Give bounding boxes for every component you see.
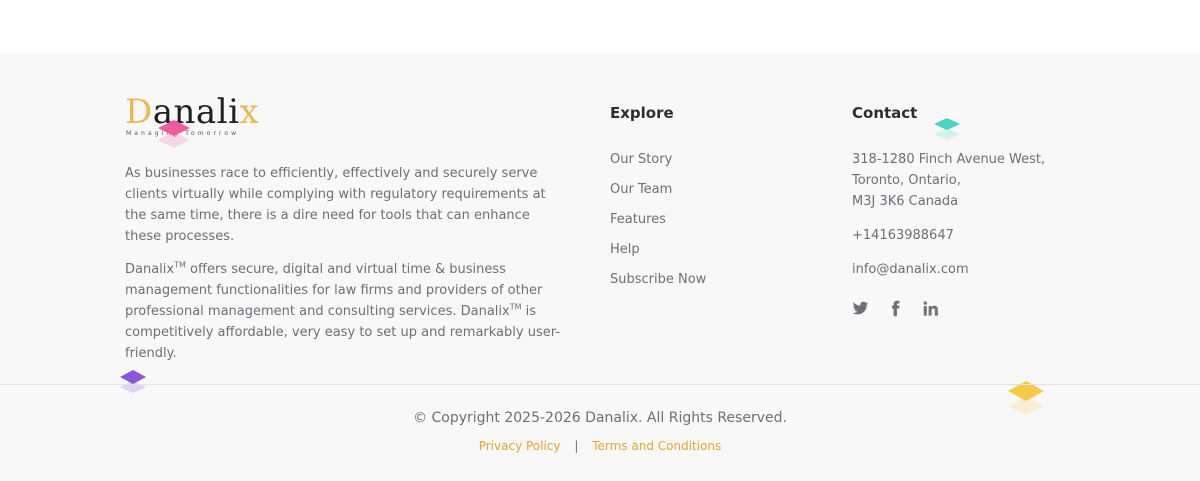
explore-links: Our Story Our Team Features Help Subscri… [610, 152, 706, 302]
legal-separator: | [574, 439, 579, 453]
purple-diamond-decoration [120, 370, 146, 393]
link-features[interactable]: Features [610, 212, 706, 242]
contact-phone[interactable]: +14163988647 [852, 225, 954, 246]
logo-wordmark: Danalix [125, 92, 260, 132]
linkedin-icon[interactable] [922, 300, 939, 317]
about-text: As businesses race to efficiently, effec… [125, 163, 570, 364]
link-our-team[interactable]: Our Team [610, 182, 706, 212]
about-paragraph-1: As businesses race to efficiently, effec… [125, 166, 546, 244]
social-links [852, 300, 939, 317]
pink-diamond-decoration [158, 120, 190, 148]
privacy-policy-link[interactable]: Privacy Policy [479, 439, 561, 453]
terms-link[interactable]: Terms and Conditions [592, 439, 721, 453]
twitter-icon[interactable] [852, 300, 869, 317]
legal-links: Privacy Policy | Terms and Conditions [0, 439, 1200, 453]
explore-heading: Explore [610, 104, 674, 122]
link-our-story[interactable]: Our Story [610, 152, 706, 182]
footer-divider [0, 384, 1200, 385]
link-help[interactable]: Help [610, 242, 706, 272]
address-line-1: 318-1280 Finch Avenue West, [852, 152, 1046, 167]
contact-email[interactable]: info@danalix.com [852, 259, 969, 280]
contact-address: 318-1280 Finch Avenue West, Toronto, Ont… [852, 149, 1045, 212]
teal-diamond-decoration [934, 118, 960, 140]
facebook-icon[interactable] [887, 300, 904, 317]
address-line-2: Toronto, Ontario, [852, 173, 961, 188]
about-paragraph-2: DanalixTM offers secure, digital and vir… [125, 260, 560, 361]
copyright-text: © Copyright 2025-2026 Danalix. All Right… [413, 410, 787, 426]
link-subscribe-now[interactable]: Subscribe Now [610, 272, 706, 302]
contact-heading: Contact [852, 104, 918, 122]
danalix-logo[interactable]: Danalix Managing Tomorrow [125, 92, 265, 140]
address-line-3: M3J 3K6 Canada [852, 194, 959, 209]
